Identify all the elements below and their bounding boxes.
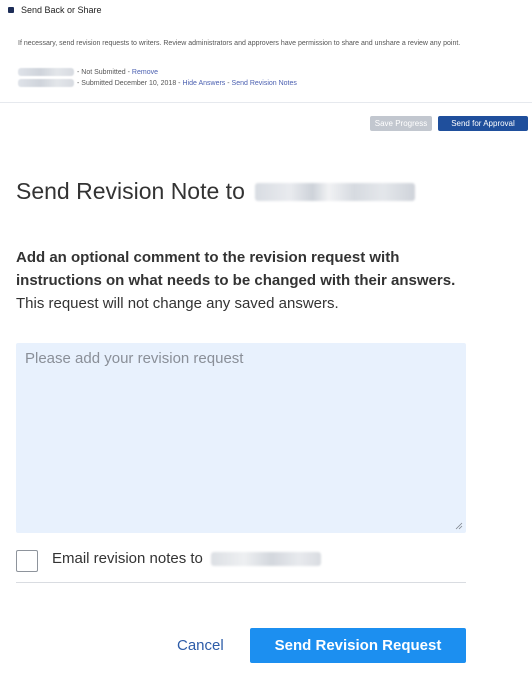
resize-grip-icon[interactable] <box>455 522 463 530</box>
revision-request-textarea[interactable] <box>16 343 466 533</box>
panel-title: Send Back or Share <box>21 5 102 15</box>
email-revision-row: Email revision notes to <box>16 546 466 583</box>
remove-link[interactable]: Remove <box>132 69 158 76</box>
redacted-writer-name <box>18 68 74 76</box>
modal-title: Send Revision Note to <box>16 178 415 205</box>
writer-status: - Submitted December 10, 2018 - <box>77 79 181 87</box>
instructions-normal: This request will not change any saved a… <box>16 295 339 312</box>
hide-answers-link[interactable]: Hide Answers <box>183 80 226 87</box>
instructions-text: Add an optional comment to the revision … <box>16 246 466 315</box>
send-back-share-panel: Send Back or Share If necessary, send re… <box>0 0 532 103</box>
redacted-writer-name <box>18 79 74 87</box>
page: Send Back or Share If necessary, send re… <box>0 0 532 689</box>
send-revision-notes-link[interactable]: Send Revision Notes <box>232 80 297 87</box>
panel-description: If necessary, send revision requests to … <box>18 40 461 47</box>
email-label-text: Email revision notes to <box>52 550 203 567</box>
save-progress-button[interactable]: Save Progress <box>370 116 432 131</box>
instructions-bold: Add an optional comment to the revision … <box>16 249 456 289</box>
redacted-email-recipient <box>210 551 321 566</box>
modal-title-text: Send Revision Note to <box>16 178 245 204</box>
action-bar: Save Progress Send for Approval <box>370 116 528 131</box>
writer-row: - Not Submitted - Remove <box>18 68 158 76</box>
send-for-approval-button[interactable]: Send for Approval <box>438 116 528 131</box>
collapse-icon[interactable] <box>8 7 14 13</box>
panel-header: Send Back or Share <box>8 5 102 15</box>
writer-row: - Submitted December 10, 2018 - Hide Ans… <box>18 79 297 87</box>
email-revision-checkbox[interactable] <box>16 550 38 572</box>
writer-status: - Not Submitted - <box>77 68 130 76</box>
email-revision-label[interactable]: Email revision notes to <box>52 550 321 567</box>
send-revision-request-button[interactable]: Send Revision Request <box>250 628 466 663</box>
cancel-button[interactable]: Cancel <box>177 637 224 654</box>
redacted-recipient-name <box>254 182 415 201</box>
